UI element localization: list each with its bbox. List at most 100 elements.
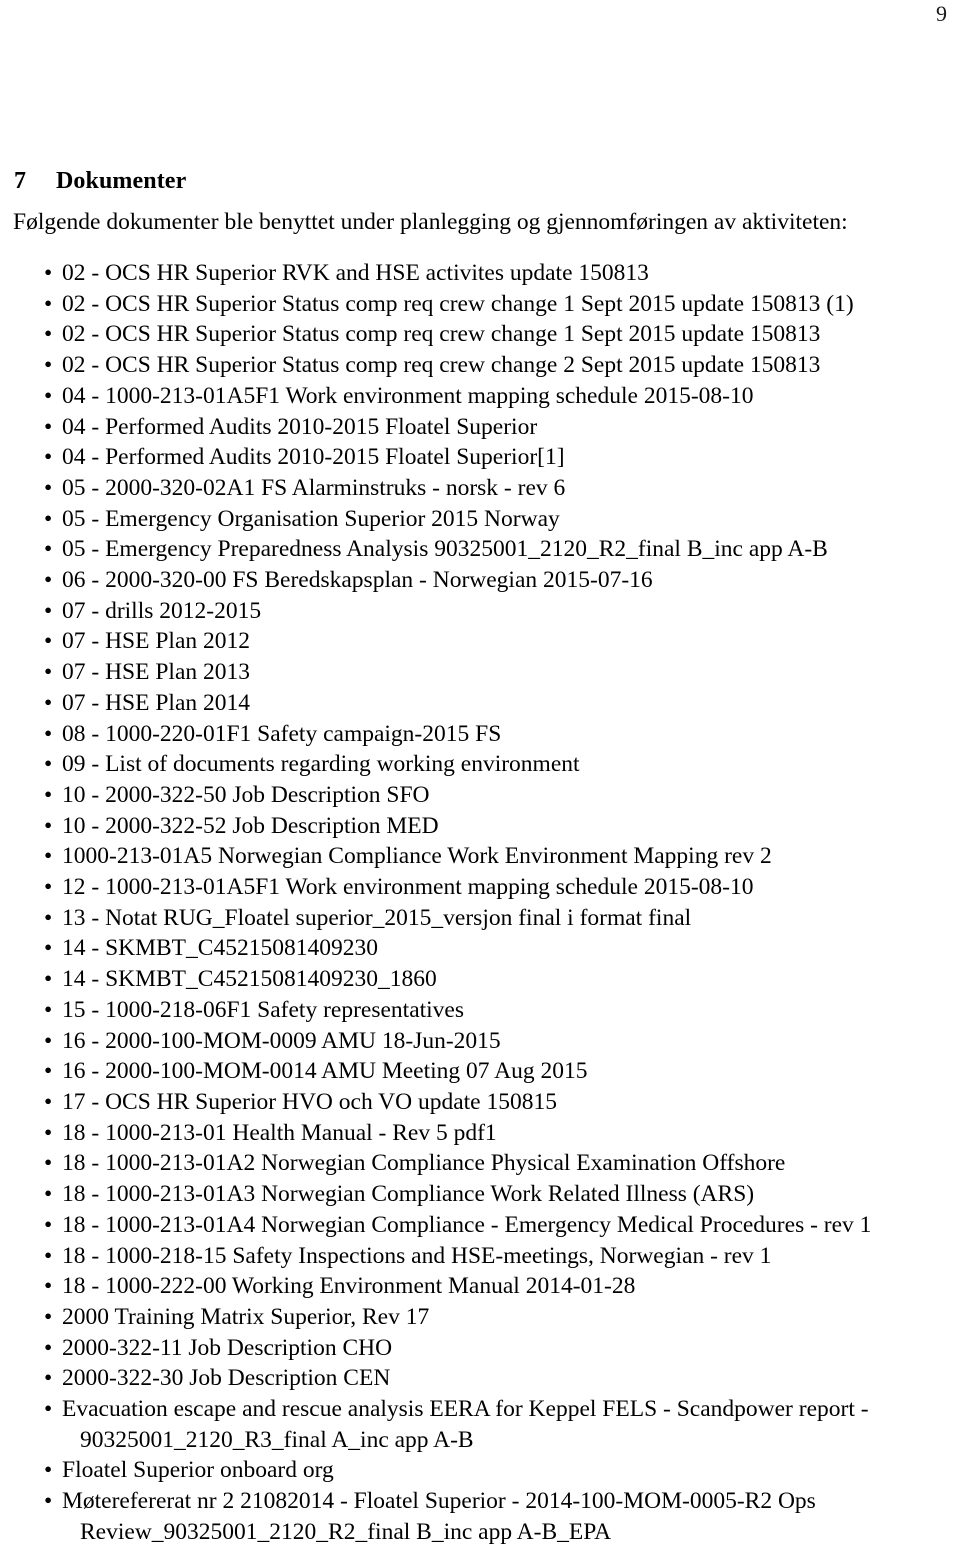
bullet-icon: • bbox=[44, 720, 53, 747]
list-item-label: 05 - Emergency Organisation Superior 201… bbox=[62, 505, 560, 532]
list-item-label: 2000-322-11 Job Description CHO bbox=[62, 1334, 393, 1361]
bullet-icon: • bbox=[44, 874, 53, 901]
list-item: • 14 - SKMBT_C45215081409230 bbox=[0, 933, 960, 964]
list-item: • Floatel Superior onboard org bbox=[0, 1455, 960, 1486]
list-item-label: 18 - 1000-218-15 Safety Inspections and … bbox=[62, 1242, 772, 1269]
bullet-icon: • bbox=[44, 659, 53, 686]
bullet-icon: • bbox=[44, 966, 53, 993]
bullet-icon: • bbox=[44, 1396, 53, 1423]
list-item-label: 14 - SKMBT_C45215081409230 bbox=[62, 935, 378, 962]
bullet-icon: • bbox=[44, 1027, 53, 1054]
list-item-label: 18 - 1000-213-01A2 Norwegian Compliance … bbox=[62, 1150, 786, 1177]
list-item: • 07 - HSE Plan 2013 bbox=[0, 657, 960, 688]
bullet-icon: • bbox=[44, 628, 53, 655]
list-item-label: 06 - 2000-320-00 FS Beredskapsplan - Nor… bbox=[62, 567, 653, 594]
bullet-icon: • bbox=[44, 1365, 53, 1392]
bullet-icon: • bbox=[44, 904, 53, 931]
list-item-label: 05 - Emergency Preparedness Analysis 903… bbox=[62, 536, 828, 563]
list-item-label: 15 - 1000-218-06F1 Safety representative… bbox=[62, 996, 465, 1023]
list-item: • 07 - HSE Plan 2012 bbox=[0, 626, 960, 657]
section-title: Dokumenter bbox=[56, 168, 187, 194]
list-item-label: 18 - 1000-213-01A3 Norwegian Compliance … bbox=[62, 1181, 755, 1208]
bullet-icon: • bbox=[44, 1273, 53, 1300]
list-item: • 18 - 1000-213-01A3 Norwegian Compliance… bbox=[0, 1179, 960, 1210]
list-item-label: 02 - OCS HR Superior RVK and HSE activit… bbox=[62, 260, 649, 286]
list-item: • 2000 Training Matrix Superior, Rev 17 bbox=[0, 1302, 960, 1333]
bullet-icon: • bbox=[44, 290, 53, 317]
list-item: • 13 - Notat RUG_Floatel superior_2015_ve… bbox=[0, 903, 960, 934]
list-item: • 14 - SKMBT_C45215081409230_1860 bbox=[0, 964, 960, 995]
bullet-icon: • bbox=[44, 260, 53, 286]
list-item-label: Floatel Superior onboard org bbox=[62, 1457, 334, 1484]
list-item: • 05 - Emergency Preparedness Analysis 90… bbox=[0, 534, 960, 565]
bullet-icon: • bbox=[44, 505, 53, 532]
list-item-label: 10 - 2000-322-50 Job Description SFO bbox=[62, 781, 430, 808]
list-item-label: 16 - 2000-100-MOM-0009 AMU 18-Jun-2015 bbox=[62, 1027, 501, 1054]
section-heading: 7 Dokumenter bbox=[14, 166, 186, 196]
section-number: 7 bbox=[14, 168, 27, 194]
list-item: • 18 - 1000-213-01A4 Norwegian Compliance… bbox=[0, 1210, 960, 1241]
list-item-label: 13 - Notat RUG_Floatel superior_2015_ver… bbox=[62, 904, 692, 931]
bullet-icon: • bbox=[44, 996, 53, 1023]
bullet-icon: • bbox=[44, 781, 53, 808]
list-item-label: Evacuation escape and rescue analysis EE… bbox=[62, 1396, 869, 1453]
list-item-label: 05 - 2000-320-02A1 FS Alarminstruks - no… bbox=[62, 474, 566, 501]
list-item: • Evacuation escape and rescue analysis E… bbox=[0, 1394, 960, 1455]
bullet-icon: • bbox=[44, 444, 53, 471]
bullet-icon: • bbox=[44, 843, 53, 870]
list-item: • Møterefererat nr 2 21082014 - Floatel S… bbox=[0, 1486, 960, 1547]
list-item: • 04 - Performed Audits 2010-2015 Floatel… bbox=[0, 442, 960, 473]
list-item-label: 18 - 1000-213-01A4 Norwegian Compliance … bbox=[62, 1211, 872, 1238]
list-item: • 07 - drills 2012-2015 bbox=[0, 596, 960, 627]
list-item-label: 04 - Performed Audits 2010-2015 Floatel … bbox=[62, 413, 538, 440]
list-item-label: 02 - OCS HR Superior Status comp req cre… bbox=[62, 321, 821, 348]
list-item: • 12 - 1000-213-01A5F1 Work environment m… bbox=[0, 872, 960, 903]
list-item: • 05 - 2000-320-02A1 FS Alarminstruks - n… bbox=[0, 473, 960, 504]
list-item-label: Møterefererat nr 2 21082014 - Floatel Su… bbox=[62, 1488, 816, 1545]
list-item: • 18 - 1000-213-01 Health Manual - Rev 5 … bbox=[0, 1118, 960, 1149]
bullet-icon: • bbox=[44, 1150, 53, 1177]
list-item: • 18 - 1000-213-01A2 Norwegian Compliance… bbox=[0, 1148, 960, 1179]
list-item: • 09 - List of documents regarding workin… bbox=[0, 749, 960, 780]
bullet-icon: • bbox=[44, 1488, 53, 1515]
list-item: • 2000-322-30 Job Description CEN bbox=[0, 1363, 960, 1394]
list-item-label: 08 - 1000-220-01F1 Safety campaign-2015 … bbox=[62, 720, 502, 747]
list-item-label: 2000-322-30 Job Description CEN bbox=[62, 1365, 391, 1392]
list-item: • 2000-322-11 Job Description CHO bbox=[0, 1333, 960, 1364]
bullet-icon: • bbox=[44, 413, 53, 440]
list-item-label: 04 - 1000-213-01A5F1 Work environment ma… bbox=[62, 382, 754, 409]
list-item: • 08 - 1000-220-01F1 Safety campaign-2015… bbox=[0, 719, 960, 750]
list-item: • 18 - 1000-218-15 Safety Inspections and… bbox=[0, 1241, 960, 1272]
intro-paragraph: Følgende dokumenter ble benyttet under p… bbox=[13, 209, 848, 235]
list-item-label: 10 - 2000-322-52 Job Description MED bbox=[62, 812, 439, 839]
list-item: • 02 - OCS HR Superior Status comp req cr… bbox=[0, 319, 960, 350]
list-item: • 18 - 1000-222-00 Working Environment Ma… bbox=[0, 1271, 960, 1302]
bullet-icon: • bbox=[44, 321, 53, 348]
list-item-label: 2000 Training Matrix Superior, Rev 17 bbox=[62, 1303, 430, 1330]
bullet-icon: • bbox=[44, 1088, 53, 1115]
bullet-icon: • bbox=[44, 1211, 53, 1238]
document-page: 9 7 Dokumenter Følgende dokumenter ble be… bbox=[0, 0, 960, 1566]
list-item: • 17 - OCS HR Superior HVO och VO update … bbox=[0, 1087, 960, 1118]
bullet-icon: • bbox=[44, 812, 53, 839]
list-item-label: 07 - HSE Plan 2013 bbox=[62, 659, 250, 686]
list-item: • 07 - HSE Plan 2014 bbox=[0, 688, 960, 719]
list-item: • 06 - 2000-320-00 FS Beredskapsplan - No… bbox=[0, 565, 960, 596]
list-item-label: 02 - OCS HR Superior Status comp req cre… bbox=[62, 290, 854, 317]
document-list: • 02 - OCS HR Superior RVK and HSE activi… bbox=[0, 258, 960, 1548]
list-item-label: 16 - 2000-100-MOM-0014 AMU Meeting 07 Au… bbox=[62, 1058, 588, 1085]
list-item-label: 18 - 1000-222-00 Working Environment Man… bbox=[62, 1273, 636, 1300]
list-item-label: 04 - Performed Audits 2010-2015 Floatel … bbox=[62, 444, 565, 471]
list-item: • 04 - Performed Audits 2010-2015 Floatel… bbox=[0, 412, 960, 443]
bullet-icon: • bbox=[44, 935, 53, 962]
list-item: • 10 - 2000-322-52 Job Description MED bbox=[0, 811, 960, 842]
list-item: • 16 - 2000-100-MOM-0009 AMU 18-Jun-2015 bbox=[0, 1026, 960, 1057]
list-item: • 15 - 1000-218-06F1 Safety representativ… bbox=[0, 995, 960, 1026]
list-item-label: 02 - OCS HR Superior Status comp req cre… bbox=[62, 352, 821, 379]
list-item: • 04 - 1000-213-01A5F1 Work environment m… bbox=[0, 381, 960, 412]
list-item-label: 1000-213-01A5 Norwegian Compliance Work … bbox=[62, 843, 772, 870]
list-item-label: 09 - List of documents regarding working… bbox=[62, 751, 580, 778]
bullet-icon: • bbox=[44, 352, 53, 379]
bullet-icon: • bbox=[44, 751, 53, 778]
list-item: • 1000-213-01A5 Norwegian Compliance Work… bbox=[0, 841, 960, 872]
